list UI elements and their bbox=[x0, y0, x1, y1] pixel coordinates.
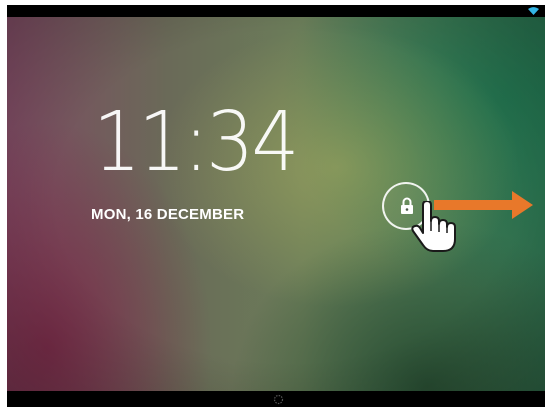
wifi-icon bbox=[528, 7, 539, 15]
navigation-bar bbox=[7, 391, 545, 407]
lockscreen-clock: 11:34 bbox=[93, 102, 314, 184]
tablet-screen: 11:34 MON, 16 DECEMBER bbox=[7, 5, 545, 407]
loading-spinner-icon bbox=[273, 394, 284, 405]
status-bar bbox=[7, 5, 545, 17]
hand-pointer-icon bbox=[411, 201, 456, 252]
lockscreen-date: MON, 16 DECEMBER bbox=[91, 206, 245, 223]
clock-time: 11:34 bbox=[93, 95, 299, 190]
